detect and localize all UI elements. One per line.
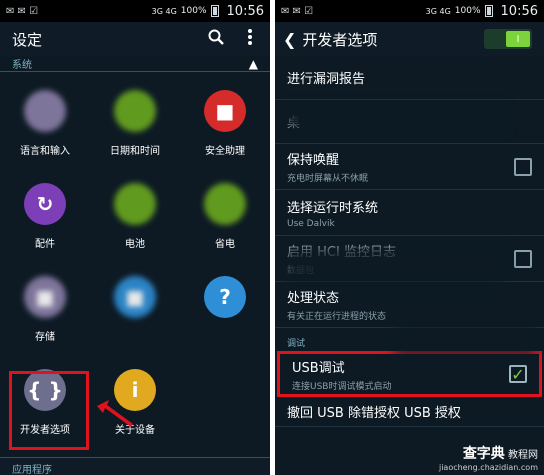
option-row[interactable]: 进行漏洞报告 [275, 56, 544, 100]
developer-options-toggle[interactable]: I [484, 29, 532, 49]
option-title: 保持唤醒 [287, 153, 340, 168]
clock: 10:56 [226, 3, 264, 19]
developer-options-screen: ✉ ✉ ☑ 3G 4G 100% 10:56 ❮ 开发者选项 I 进行漏洞报告桌… [275, 0, 544, 475]
usb-debugging-checkbox[interactable]: ✓ [509, 365, 527, 384]
notification-icons: ✉ ✉ ☑ [6, 5, 39, 17]
toggle-knob: I [506, 31, 530, 47]
page-title: 设定 [12, 30, 43, 49]
watermark-sub: 教程网 [508, 450, 538, 461]
battery-percent: 100% [454, 6, 481, 16]
battery-icon [484, 5, 493, 17]
clock: 10:56 [500, 3, 538, 19]
settings-tile-label: 存储 [35, 332, 55, 343]
settings-screen: ✉ ✉ ☑ 3G 4G 100% 10:56 设定 系统 ▲ 语言和输入 日期和时… [0, 0, 270, 475]
battery-percent: 100% [180, 6, 207, 16]
settings-tile-label: 电池 [125, 239, 145, 250]
settings-tile[interactable]: 日期和时间 [90, 78, 180, 171]
option-title: 选择运行时系统 [287, 200, 379, 216]
back-chevron-icon[interactable]: ❮ [283, 30, 296, 49]
search-icon[interactable] [208, 29, 224, 50]
lock-icon: ■ [114, 276, 156, 318]
settings-tile[interactable]: ↻ 配件 [0, 171, 90, 264]
usb-debugging-title: USB调试 [292, 360, 345, 376]
status-bar: ✉ ✉ ☑ 3G 4G 100% 10:56 [0, 0, 270, 22]
option-title: 进行漏洞报告 [287, 72, 366, 87]
revoke-usb-authorization-title: 撤回 USB 除错授权 USB 授权 [287, 406, 461, 421]
settings-tile-label: 配件 [35, 239, 55, 250]
notification-icons: ✉ ✉ ☑ [281, 5, 314, 17]
option-subtitle: Use Dalvik [287, 218, 335, 229]
option-row[interactable]: 保持唤醒充电时屏幕从不休眠 [275, 144, 544, 190]
collapse-icon[interactable]: ▲ [249, 57, 258, 71]
settings-tile[interactable]: ? [180, 264, 270, 357]
page-title[interactable]: 开发者选项 [302, 29, 377, 50]
revoke-usb-authorization-row[interactable]: 撤回 USB 除错授权 USB 授权 [275, 397, 544, 427]
power-saving-icon [204, 183, 246, 225]
network-indicator: 3G 4G [425, 6, 451, 16]
blur-mask [285, 245, 505, 283]
battery-icon [114, 183, 156, 225]
clock-icon [114, 90, 156, 132]
overflow-menu-icon[interactable] [242, 28, 258, 51]
settings-tile-label: 安全助理 [205, 146, 245, 157]
siren-icon: ■ [204, 90, 246, 132]
status-bar: ✉ ✉ ☑ 3G 4G 100% 10:56 [275, 0, 544, 22]
settings-tile[interactable]: 省电 [180, 171, 270, 264]
section-label: 系统 [12, 60, 32, 71]
option-subtitle: 充电时屏幕从不休眠 [287, 174, 369, 184]
watermark-url: jiaocheng.chazidian.com [438, 463, 538, 472]
blur-mask [395, 325, 535, 355]
option-title: 处理状态 [287, 291, 340, 306]
network-indicator: 3G 4G [151, 6, 177, 16]
settings-tile[interactable]: ■ [90, 264, 180, 357]
highlight-box [9, 371, 89, 450]
settings-tile[interactable]: ■ 安全助理 [180, 78, 270, 171]
option-checkbox[interactable] [514, 249, 532, 268]
section-header-apps[interactable]: 应用程序 [0, 457, 270, 475]
help-icon: ? [204, 276, 246, 318]
keyboard-icon [24, 90, 66, 132]
blur-mask [285, 108, 505, 130]
section-header-system[interactable]: 系统 ▲ [0, 56, 270, 72]
settings-tile[interactable]: ■ 存储 [0, 264, 90, 357]
storage-icon: ■ [24, 276, 66, 318]
developer-options-list: 进行漏洞报告桌保持唤醒充电时屏幕从不休眠选择运行时系统Use Dalvik启用 … [275, 56, 544, 328]
settings-tile-label: 省电 [215, 239, 235, 250]
accessory-icon: ↻ [24, 183, 66, 225]
action-bar: ❮ 开发者选项 I [275, 22, 544, 56]
option-row[interactable]: 处理状态有关正在运行进程的状态 [275, 282, 544, 328]
settings-tile[interactable]: 语言和输入 [0, 78, 90, 171]
settings-tile[interactable]: 电池 [90, 171, 180, 264]
action-bar: 设定 [0, 22, 270, 56]
settings-tile-label: 语言和输入 [20, 146, 70, 157]
watermark: 查字典 教程网 jiaocheng.chazidian.com [439, 443, 538, 472]
usb-debugging-sub: 连接USB时调试模式启动 [292, 381, 392, 392]
usb-debugging-row[interactable]: USB调试 连接USB时调试模式启动 ✓ [277, 351, 542, 397]
option-row[interactable]: 选择运行时系统 Use Dalvik [275, 190, 544, 236]
pointer-arrow [97, 400, 133, 427]
watermark-brand: 查字典 [462, 446, 505, 462]
settings-tile-label: 日期和时间 [110, 146, 160, 157]
option-checkbox[interactable] [514, 157, 532, 176]
battery-icon [210, 5, 219, 17]
option-subtitle: 有关正在运行进程的状态 [287, 312, 387, 322]
